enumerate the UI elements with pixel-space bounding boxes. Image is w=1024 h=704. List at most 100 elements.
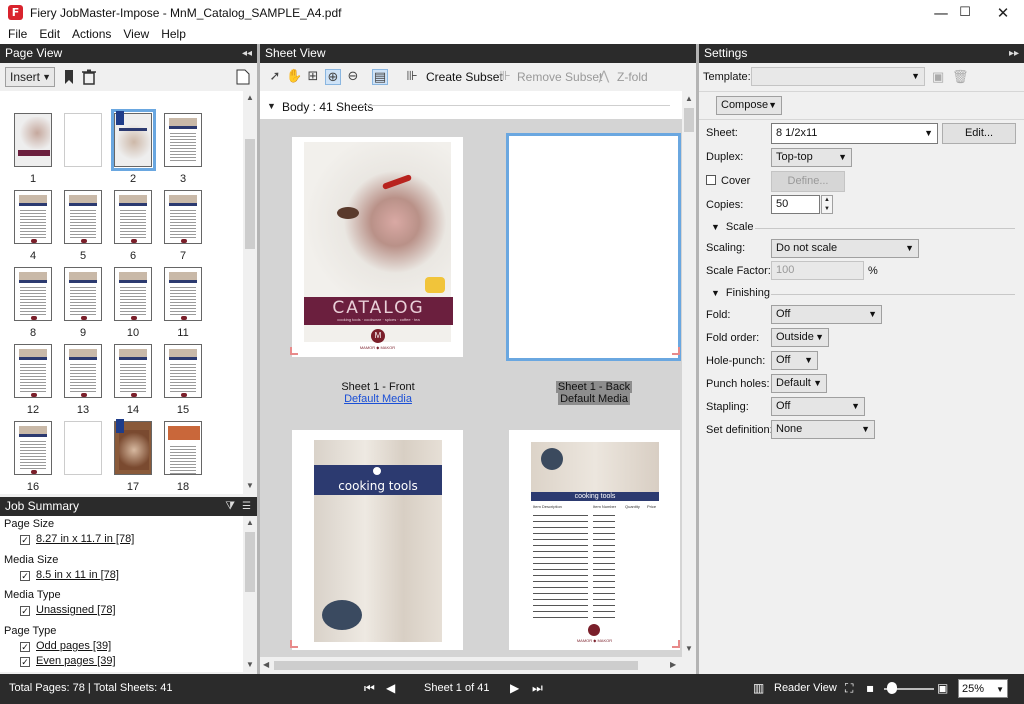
summary-item[interactable]: ✓ 8.5 in x 11 in [78] — [20, 569, 119, 581]
z-fold-button[interactable]: Z-fold — [617, 70, 648, 84]
page-view-scrollbar[interactable]: ▲ ▼ — [243, 91, 257, 494]
fold-order-dropdown[interactable]: Outside ▼ — [771, 328, 829, 347]
cover-checkbox[interactable] — [706, 175, 716, 185]
page-thumb-blank[interactable] — [64, 421, 102, 475]
close-button[interactable]: ✕ — [980, 0, 1024, 26]
scroll-down-icon[interactable]: ▼ — [246, 660, 254, 669]
create-subset-button[interactable]: Create Subset — [426, 70, 503, 84]
summary-item[interactable]: ✓ Even pages [39] — [20, 655, 116, 667]
menu-edit[interactable]: Edit — [35, 26, 64, 43]
collapse-triangle-icon[interactable]: ▼ — [267, 101, 276, 111]
scroll-right-icon[interactable]: ▶ — [670, 660, 676, 669]
duplex-dropdown[interactable]: Top-top ▼ — [771, 148, 852, 167]
first-sheet-icon[interactable]: ⏮ — [364, 681, 375, 696]
filter-icon[interactable]: ⧩ — [225, 497, 235, 516]
sheet-dropdown[interactable]: 8 1/2x11 ▼ — [771, 123, 938, 144]
page-thumb-12[interactable] — [14, 344, 52, 398]
next-sheet-icon[interactable]: ▶ — [510, 681, 519, 695]
menu-actions[interactable]: Actions — [68, 26, 115, 43]
front-media-link[interactable]: Default Media — [344, 393, 412, 405]
page-thumb-14[interactable] — [114, 344, 152, 398]
scroll-up-icon[interactable]: ▲ — [246, 518, 254, 527]
page-thumb-9[interactable] — [64, 267, 102, 321]
save-icon[interactable]: ▣ — [932, 69, 944, 85]
scroll-down-icon[interactable]: ▼ — [246, 481, 254, 490]
page-thumb-3[interactable] — [164, 113, 202, 167]
page-thumb-7[interactable] — [164, 190, 202, 244]
edit-button[interactable]: Edit... — [942, 123, 1016, 144]
sheet-1-front[interactable]: CATALOG cooking tools · cookware · spice… — [292, 137, 463, 357]
page-thumb-5[interactable] — [64, 190, 102, 244]
scroll-up-icon[interactable]: ▲ — [685, 94, 693, 103]
copies-input[interactable]: 50 — [771, 195, 820, 214]
zoom-out-icon[interactable]: ⊖ — [345, 69, 361, 85]
scrollbar-thumb[interactable] — [274, 661, 638, 670]
scrollbar-thumb[interactable] — [684, 108, 694, 132]
pointer-icon[interactable]: ➚ — [267, 69, 283, 85]
hand-icon[interactable]: ✋ — [286, 69, 302, 85]
fit-to-window-icon[interactable]: ⛶ — [845, 681, 853, 696]
stapling-dropdown[interactable]: Off ▼ — [771, 397, 865, 416]
scroll-up-icon[interactable]: ▲ — [246, 93, 254, 102]
copies-stepper[interactable]: ▲ ▼ — [821, 195, 833, 214]
page-thumb-11[interactable] — [164, 267, 202, 321]
finishing-section-header[interactable]: ▼ Finishing — [711, 287, 770, 299]
menu-help[interactable]: Help — [157, 26, 190, 43]
page-thumb-13[interactable] — [64, 344, 102, 398]
back-media-link[interactable]: Default Media — [558, 393, 630, 405]
last-sheet-icon[interactable]: ⏭ — [532, 681, 543, 696]
sheet-2-back[interactable]: cooking tools Item Description Item Numb… — [509, 430, 680, 650]
scrollbar-thumb[interactable] — [245, 139, 255, 249]
checkbox[interactable]: ✓ — [20, 642, 30, 652]
sheet-1-back[interactable] — [506, 133, 681, 361]
page-thumb-6[interactable] — [114, 190, 152, 244]
page-thumb-10[interactable] — [114, 267, 152, 321]
define-button[interactable]: Define... — [771, 171, 845, 192]
summary-item[interactable]: ✓ Odd pages [39] — [20, 640, 111, 652]
summary-item[interactable]: ✓ 8.27 in x 11.7 in [78] — [20, 533, 134, 545]
hole-punch-dropdown[interactable]: Off ▼ — [771, 351, 818, 370]
menu-file[interactable]: File — [4, 26, 31, 43]
page-thumb-1[interactable] — [14, 113, 52, 167]
insert-dropdown[interactable]: Insert ▼ — [5, 67, 55, 87]
checkbox[interactable]: ✓ — [20, 657, 30, 667]
sheet-canvas[interactable]: CATALOG cooking tools · cookware · spice… — [260, 119, 682, 657]
previous-sheet-icon[interactable]: ◀ — [386, 681, 395, 695]
reader-view-icon[interactable]: ▥ — [753, 681, 764, 695]
job-summary-scrollbar[interactable]: ▲ ▼ — [243, 516, 257, 672]
remove-subset-button[interactable]: Remove Subset — [517, 70, 602, 84]
scrollbar-thumb[interactable] — [245, 532, 255, 592]
cover-checkbox-row[interactable]: Cover — [706, 175, 750, 187]
menu-view[interactable]: View — [119, 26, 153, 43]
reader-view-button[interactable]: Reader View — [774, 682, 837, 694]
expand-icon[interactable]: ▸▸ — [1009, 44, 1019, 63]
template-dropdown[interactable]: ▼ — [751, 67, 925, 86]
fold-dropdown[interactable]: Off ▼ — [771, 305, 882, 324]
bookmark-icon[interactable] — [63, 69, 75, 85]
page-layout-icon[interactable]: ▤ — [372, 69, 388, 85]
trash-icon[interactable]: 🗑 — [952, 69, 969, 85]
zoom-slider-handle[interactable] — [887, 682, 897, 694]
large-image-icon[interactable]: ▣ — [937, 681, 948, 695]
small-image-icon[interactable]: ▪ — [866, 681, 874, 695]
summary-item[interactable]: ✓ Unassigned [78] — [20, 604, 116, 616]
set-definition-dropdown[interactable]: None ▼ — [771, 420, 875, 439]
scaling-dropdown[interactable]: Do not scale ▼ — [771, 239, 919, 258]
checkbox[interactable]: ✓ — [20, 606, 30, 616]
checkbox[interactable]: ✓ — [20, 571, 30, 581]
menu-icon[interactable]: ☰ — [242, 497, 251, 516]
scale-section-header[interactable]: ▼ Scale — [711, 221, 753, 233]
trim-tool-icon[interactable]: ⊞ — [305, 69, 321, 85]
create-subset-icon[interactable]: ⊪ — [404, 69, 420, 85]
punch-holes-dropdown[interactable]: Default ▼ — [771, 374, 827, 393]
sheet-2-front[interactable]: cooking tools — [292, 430, 463, 650]
sheet-view-vscrollbar[interactable]: ▲ ▼ — [682, 91, 696, 657]
collapse-icon[interactable]: ◂◂ — [242, 44, 252, 63]
checkbox[interactable]: ✓ — [20, 535, 30, 545]
page-thumb-8[interactable] — [14, 267, 52, 321]
page-thumb-4[interactable] — [14, 190, 52, 244]
sheet-view-hscrollbar[interactable]: ◀ ▶ — [260, 657, 682, 674]
page-thumb-15[interactable] — [164, 344, 202, 398]
scale-factor-input[interactable]: 100 — [771, 261, 864, 280]
zoom-in-icon[interactable]: ⊕ — [325, 69, 341, 85]
